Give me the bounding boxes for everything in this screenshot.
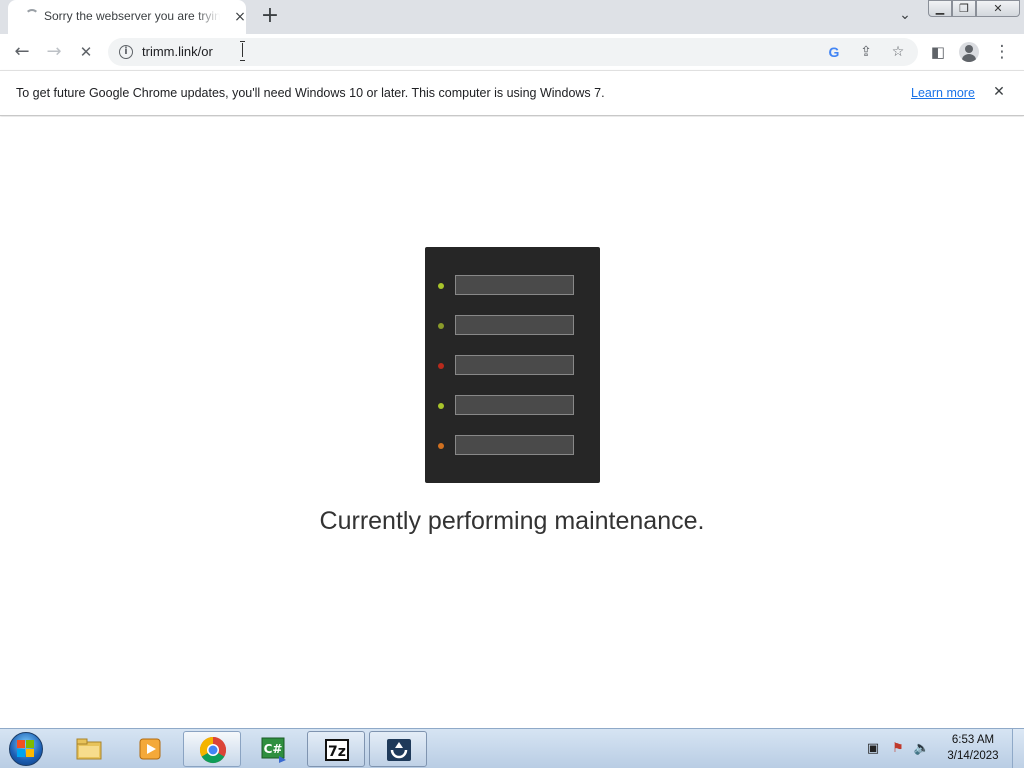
infobar-message: To get future Google Chrome updates, you…: [16, 86, 605, 100]
infobar-close-icon[interactable]: ✕: [990, 83, 1008, 101]
stop-loading-button[interactable]: ✕: [74, 40, 98, 64]
chrome-menu-icon[interactable]: ⋮: [990, 40, 1014, 64]
taskbar-file-explorer[interactable]: [60, 731, 118, 767]
server-drive-slot: [455, 315, 574, 335]
windows-taskbar: C# 7z ▣ ⚑ 🔈 6:53 AM 3/14/2023: [0, 728, 1024, 768]
network-tray-icon[interactable]: ▣: [864, 740, 882, 758]
folder-icon: [76, 738, 102, 760]
server-rack-illustration: [425, 247, 600, 483]
close-window-button[interactable]: ✕: [976, 0, 1020, 17]
url-text[interactable]: trimm.link/or: [142, 44, 213, 59]
text-cursor-icon: [240, 41, 246, 61]
new-tab-button[interactable]: +: [258, 5, 282, 29]
site-info-icon[interactable]: i: [119, 45, 133, 59]
share-icon[interactable]: ⇪: [856, 42, 876, 62]
start-button[interactable]: [6, 730, 46, 768]
screen: Sorry the webserver you are trying to re…: [0, 0, 1024, 768]
status-led-icon: [438, 403, 444, 409]
address-bar[interactable]: i trimm.link/or G ⇪ ☆: [108, 38, 918, 66]
server-drive-slot: [455, 275, 574, 295]
taskbar-google-chrome[interactable]: [183, 731, 241, 767]
clock-time: 6:53 AM: [951, 734, 995, 746]
svg-text:C#: C#: [264, 742, 283, 756]
back-button[interactable]: ←: [10, 40, 34, 64]
side-panel-icon[interactable]: ◧: [926, 40, 950, 64]
status-led-icon: [438, 283, 444, 289]
taskbar-media-player[interactable]: [121, 731, 179, 767]
show-desktop-button[interactable]: [1012, 729, 1024, 768]
status-led-icon: [438, 323, 444, 329]
maintenance-heading: Currently performing maintenance.: [319, 507, 705, 535]
status-led-icon: [438, 443, 444, 449]
taskbar-install-tool[interactable]: [369, 731, 427, 767]
7zip-icon: 7z: [325, 739, 349, 761]
minimize-button[interactable]: ▁: [928, 0, 952, 17]
taskbar-7zip[interactable]: 7z: [307, 731, 365, 767]
chrome-icon: [199, 736, 227, 764]
learn-more-link[interactable]: Learn more: [911, 86, 975, 100]
windows-logo-icon: [17, 740, 35, 758]
server-drive-slot: [455, 395, 574, 415]
taskbar-csharp-editor[interactable]: C#: [245, 731, 303, 767]
svg-text:7z: 7z: [328, 744, 346, 760]
forward-button[interactable]: →: [42, 40, 66, 64]
bookmark-star-icon[interactable]: ☆: [888, 42, 908, 62]
media-player-icon: [139, 738, 161, 760]
tab-search-icon[interactable]: ⌄: [894, 7, 916, 27]
browser-toolbar: ← → ✕ i trimm.link/or G ⇪ ☆ ◧ ⋮: [0, 34, 1024, 70]
maximize-button[interactable]: ❐: [952, 0, 976, 17]
action-center-flag-icon[interactable]: ⚑: [889, 740, 907, 758]
google-lens-icon[interactable]: G: [824, 42, 844, 62]
web-page: Currently performing maintenance.: [0, 117, 1024, 728]
tab-title: Sorry the webserver you are trying to re…: [44, 9, 220, 23]
profile-avatar-icon[interactable]: [959, 42, 979, 62]
installer-icon: [387, 739, 411, 761]
system-clock[interactable]: 6:53 AM 3/14/2023: [940, 732, 1006, 764]
server-drive-slot: [455, 355, 574, 375]
csharp-icon: C#: [261, 737, 286, 763]
volume-tray-icon[interactable]: 🔈: [913, 740, 931, 758]
status-led-icon: [438, 363, 444, 369]
loading-spinner-icon: [25, 9, 39, 23]
tab-strip: Sorry the webserver you are trying to re…: [0, 0, 1024, 34]
clock-date: 3/14/2023: [947, 750, 999, 762]
update-infobar: To get future Google Chrome updates, you…: [0, 70, 1024, 116]
tab-close-icon[interactable]: ×: [230, 7, 250, 27]
browser-tab[interactable]: Sorry the webserver you are trying to re…: [8, 0, 246, 34]
server-drive-slot: [455, 435, 574, 455]
